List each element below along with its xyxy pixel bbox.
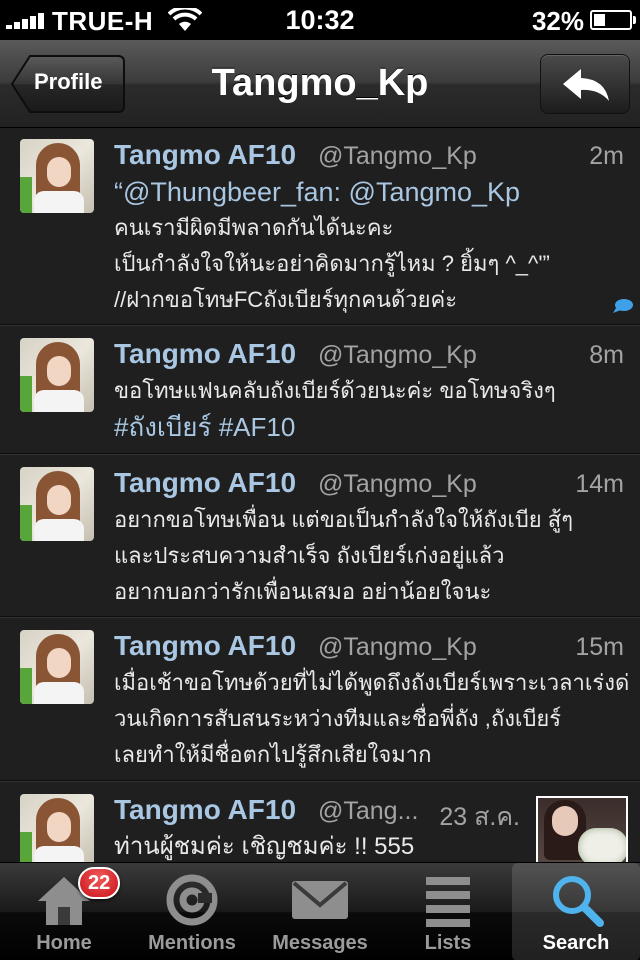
- tweet-row[interactable]: Tangmo AF10 @Tang... 23 ส.ค. ท่านผู้ชมค่…: [0, 784, 640, 862]
- tab-label: Mentions: [148, 932, 236, 954]
- tweet-hashtags[interactable]: #ถังเบียร์ #AF10: [114, 409, 632, 445]
- tweet-line: เมื่อเช้าขอโทษด้วยที่ไม่ได้พูดถึงถังเบีย…: [114, 670, 630, 695]
- tab-label: Search: [542, 932, 610, 954]
- tweet-time: 15m: [575, 633, 624, 661]
- battery-percent: 32%: [531, 6, 584, 36]
- tab-label: Home: [36, 932, 92, 954]
- back-button-profile[interactable]: Profile: [10, 54, 126, 114]
- back-button-label: Profile: [34, 69, 103, 94]
- tweet-author-handle: @Tangmo_Kp: [318, 142, 477, 170]
- reply-arrow-icon: [563, 69, 609, 101]
- status-bar: TRUE-H 10:32 32%: [0, 0, 640, 40]
- tweet-author-handle: @Tangmo_Kp: [318, 470, 477, 498]
- tweet-row[interactable]: Tangmo AF10 @Tangmo_Kp 14m อยากขอโทษเพื่…: [0, 457, 640, 618]
- battery-fill: [594, 14, 605, 26]
- tweet-author-name: Tangmo AF10: [114, 630, 297, 661]
- battery-icon: [590, 10, 636, 30]
- tweet-line: อยากบอกว่ารักเพื่อนเสมอ อย่าน้อยใจนะ: [114, 579, 492, 604]
- tweet-body: อยากขอโทษเพื่อน แต่ขอเป็นกำลังใจให้ถังเบ…: [114, 502, 632, 610]
- tab-bar: 22 Home Mentions Messages Lists Search: [0, 862, 640, 960]
- tweet-line: ขอโทษแฟนคลับถังเบียร์ด้วยนะค่ะ ขอโทษจริง…: [114, 378, 556, 403]
- tweet-line: //ฝากขอโทษFCถังเบียร์ทุกคนด้วยค่ะ: [114, 287, 458, 312]
- tweet-line: วนเกิดการสับสนระหว่างทีมและชื่อพี่ถัง ,ถ…: [114, 706, 562, 731]
- avatar[interactable]: [20, 338, 94, 412]
- tweet-author-handle: @Tangmo_Kp: [318, 341, 477, 369]
- tweet-row[interactable]: Tangmo AF10 @Tangmo_Kp 8m ขอโทษแฟนคลับถั…: [0, 328, 640, 455]
- tab-mentions[interactable]: Mentions: [128, 863, 256, 960]
- tweet-author-name: Tangmo AF10: [114, 467, 297, 498]
- tweet-time: 2m: [589, 142, 624, 170]
- tweet-body: “@Thungbeer_fan: @Tangmo_Kp คนเรามีผิดมี…: [114, 174, 632, 318]
- tweet-author-handle: @Tangmo_Kp: [318, 633, 477, 661]
- envelope-icon: [292, 881, 348, 919]
- tweet-line: อยากขอโทษเพื่อน แต่ขอเป็นกำลังใจให้ถังเบ…: [114, 507, 574, 532]
- page-title: Tangmo_Kp: [211, 62, 429, 104]
- avatar[interactable]: [20, 794, 94, 862]
- conversation-bubble-icon: [613, 299, 633, 313]
- list-icon: [426, 877, 470, 927]
- tweet-author-name: Tangmo AF10: [114, 338, 297, 369]
- navigation-bar: Profile Tangmo_Kp: [0, 40, 640, 128]
- tweet-line: ท่านผู้ชมค่ะ เชิญชมค่ะ !! 555: [114, 833, 415, 860]
- tweet-time: 8m: [589, 341, 624, 369]
- tweet-line: คนเรามีผิดมีพลาดกันได้นะคะ: [114, 215, 394, 240]
- tab-label: Messages: [272, 932, 368, 954]
- tweet-body: ท่านผู้ชมค่ะ เชิญชมค่ะ !! 555: [114, 829, 524, 862]
- photo-thumbnail[interactable]: [536, 796, 628, 862]
- tweet-timeline[interactable]: Tangmo AF10 @Tangmo_Kp 2m “@Thungbeer_fa…: [0, 129, 640, 862]
- tweet-row[interactable]: Tangmo AF10 @Tangmo_Kp 15m เมื่อเช้าขอโท…: [0, 620, 640, 782]
- tweet-author-name: Tangmo AF10: [114, 794, 297, 825]
- avatar[interactable]: [20, 630, 94, 704]
- tweet-row[interactable]: Tangmo AF10 @Tangmo_Kp 2m “@Thungbeer_fa…: [0, 129, 640, 326]
- tab-label: Lists: [424, 932, 472, 954]
- tweet-line: และประสบความสำเร็จ ถังเบียร์เก่งอยู่แล้ว: [114, 543, 505, 568]
- at-sign-icon: [166, 874, 218, 926]
- magnifier-icon: [553, 876, 604, 927]
- tab-search[interactable]: Search: [512, 863, 640, 960]
- tweet-body: ขอโทษแฟนคลับถังเบียร์ด้วยนะค่ะ ขอโทษจริง…: [114, 373, 632, 445]
- tweet-line: “@Thungbeer_fan: @Tangmo_Kp: [114, 177, 521, 207]
- tab-messages[interactable]: Messages: [256, 863, 384, 960]
- tweet-author-name: Tangmo AF10: [114, 139, 297, 170]
- tweet-time: 14m: [575, 470, 624, 498]
- avatar[interactable]: [20, 139, 94, 213]
- tweet-body: เมื่อเช้าขอโทษด้วยที่ไม่ได้พูดถึงถังเบีย…: [114, 665, 632, 773]
- tab-home[interactable]: 22 Home: [0, 863, 128, 960]
- tweet-author-handle: @Tang...: [318, 797, 419, 825]
- avatar[interactable]: [20, 467, 94, 541]
- tweet-line: เป็นกำลังใจให้นะอย่าคิดมากรู้ไหม ? ยิ้มๆ…: [114, 251, 550, 276]
- reply-button[interactable]: [540, 54, 630, 114]
- notification-badge: 22: [78, 867, 121, 899]
- tweet-line: เลยทำให้มีชื่อตกไปรู้สึกเสียใจมาก: [114, 742, 432, 767]
- tab-lists[interactable]: Lists: [384, 863, 512, 960]
